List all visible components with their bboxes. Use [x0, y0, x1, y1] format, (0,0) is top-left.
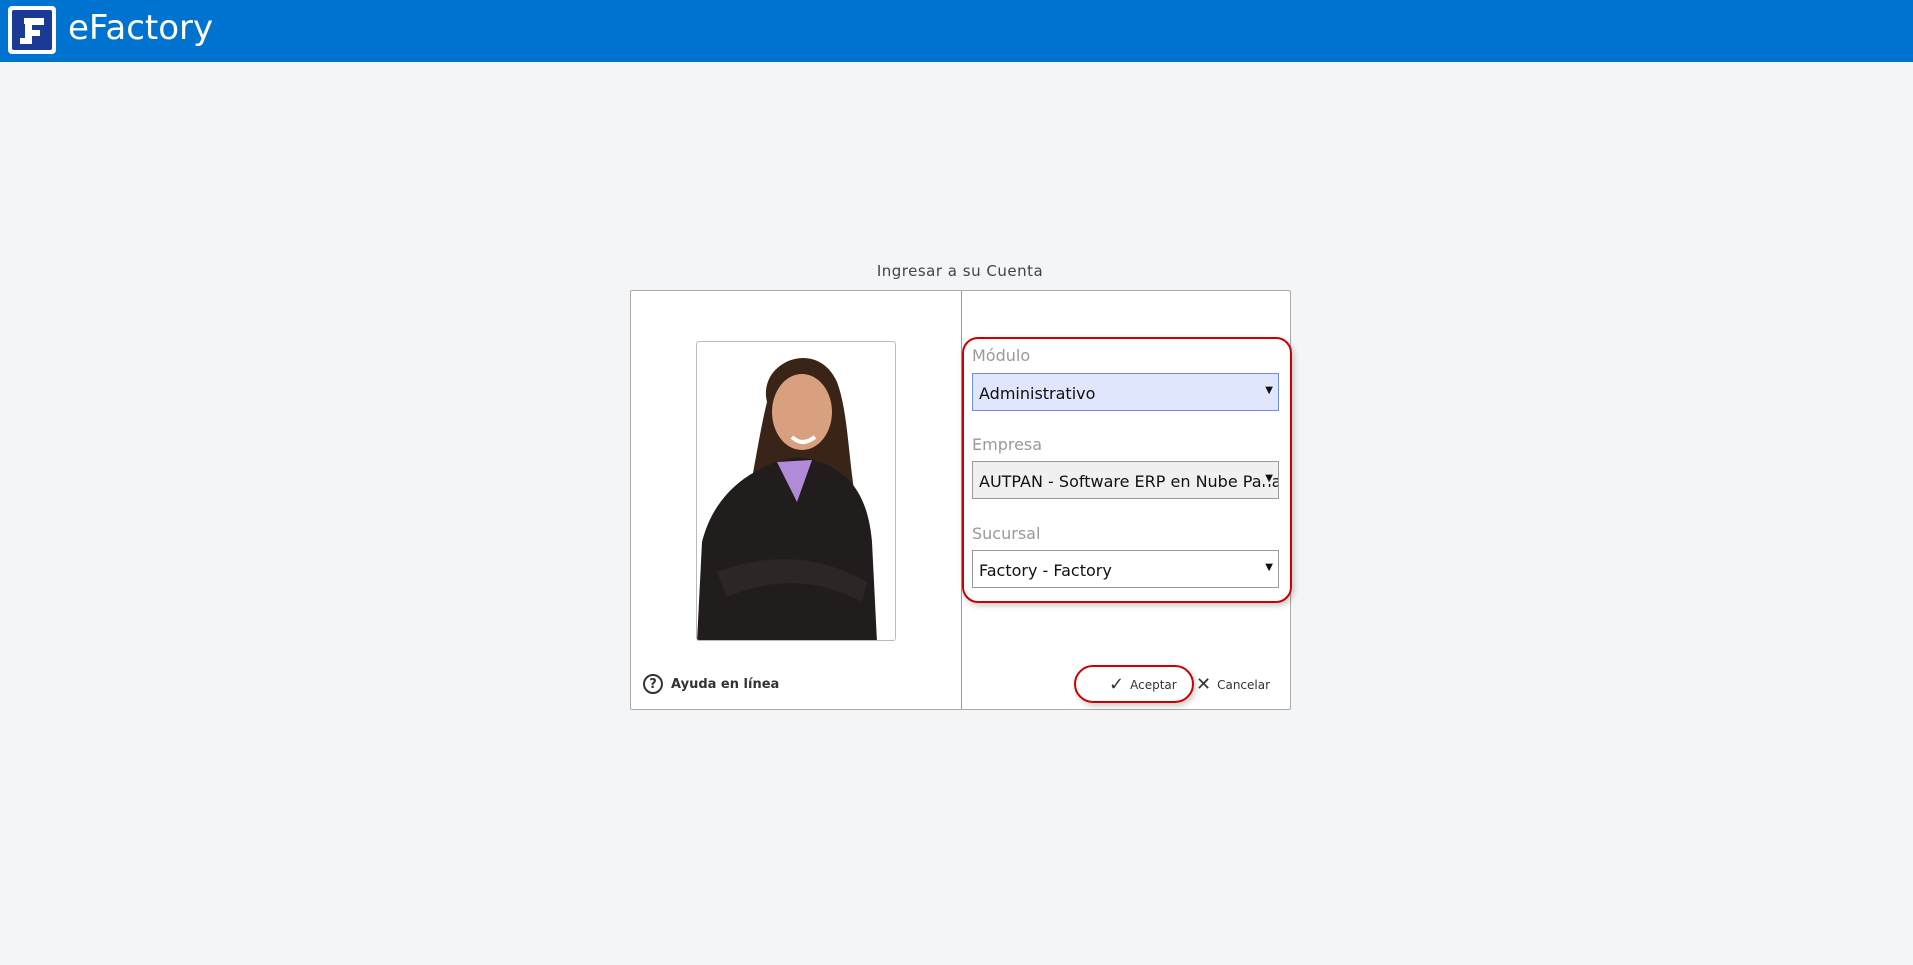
accept-label: Aceptar: [1130, 677, 1177, 692]
module-label: Módulo: [972, 346, 1031, 365]
cancel-label: Cancelar: [1217, 677, 1271, 692]
close-icon: ✕: [1196, 674, 1212, 695]
top-bar: eFactory: [0, 0, 1913, 62]
chevron-down-icon: ▼: [1265, 385, 1273, 396]
branch-value: Factory - Factory: [979, 561, 1112, 580]
chevron-down-icon: ▼: [1263, 473, 1273, 484]
chevron-down-icon: ▼: [1265, 562, 1273, 573]
online-help-label: Ayuda en línea: [671, 676, 780, 692]
login-dialog: ? Ayuda en línea Módulo Administrativo ▼ …: [630, 290, 1292, 710]
app-name: eFactory: [68, 8, 214, 48]
check-icon: ✓: [1109, 674, 1125, 695]
efactory-logo-icon: [8, 6, 56, 54]
cancel-button[interactable]: ✕ Cancelar: [1196, 674, 1270, 695]
page-title: Ingresar a su Cuenta: [876, 262, 1044, 280]
company-label: Empresa: [972, 435, 1043, 454]
branch-label: Sucursal: [972, 524, 1041, 543]
company-value: AUTPAN - Software ERP en Nube Panamá: [979, 472, 1279, 491]
accept-button[interactable]: ✓ Aceptar: [1109, 674, 1177, 695]
user-photo: [696, 341, 896, 641]
module-value: Administrativo: [979, 384, 1096, 403]
online-help-link[interactable]: ? Ayuda en línea: [643, 674, 779, 694]
module-select[interactable]: Administrativo ▼: [972, 373, 1279, 411]
question-icon: ?: [643, 674, 663, 694]
company-select[interactable]: AUTPAN - Software ERP en Nube Panamá ▼: [972, 461, 1279, 499]
branch-select[interactable]: Factory - Factory ▼: [972, 550, 1279, 588]
